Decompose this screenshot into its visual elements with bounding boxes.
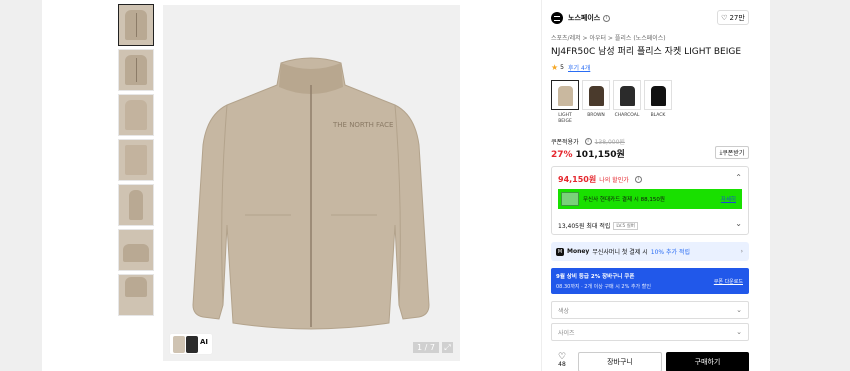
- sale-price: 101,150원: [575, 150, 625, 160]
- card-promo-text: 무신사 현대카드 결제 시 88,150원: [583, 197, 665, 203]
- star-icon: ★: [551, 63, 559, 72]
- card-icon: [561, 192, 579, 206]
- promo-banner[interactable]: 9월 상비 등급 2% 장바구니 쿠폰 08.30까지 · 2개 이상 구매 시…: [551, 268, 749, 294]
- review-link[interactable]: 후기 4개: [568, 63, 590, 72]
- price-row: 27% 101,150원: [551, 147, 625, 160]
- thumbnail-4[interactable]: [118, 139, 154, 181]
- image-counter: 1 / 7: [413, 342, 439, 353]
- thumbnail-6[interactable]: [118, 229, 154, 271]
- card-detail-link[interactable]: 자세히: [721, 195, 736, 203]
- expand-icon[interactable]: ⤢: [442, 342, 453, 353]
- ai-thumb-1: [173, 336, 185, 353]
- coupon-download-button[interactable]: ⤓ 쿠폰받기: [715, 146, 749, 159]
- chevron-up-icon[interactable]: ⌃: [735, 173, 742, 182]
- ai-fitting-button[interactable]: AI: [169, 333, 213, 355]
- points-row[interactable]: 13,405원 최대 적립 LV.5 실버: [558, 221, 638, 230]
- chevron-down-icon[interactable]: ⌄: [735, 219, 742, 228]
- thumbnail-3[interactable]: [118, 94, 154, 136]
- best-price: 94,150원: [558, 175, 597, 184]
- card-promo-banner[interactable]: 무신사 현대카드 결제 시 88,150원 자세히: [558, 189, 742, 209]
- color-swatch: [651, 86, 666, 106]
- color-option-brown[interactable]: BROWN: [582, 80, 610, 125]
- color-name: CHARCOAL: [614, 113, 640, 118]
- brand-logo-icon: [551, 12, 563, 24]
- svg-text:THE NORTH FACE: THE NORTH FACE: [332, 121, 393, 129]
- brand-name[interactable]: 노스페이스: [568, 13, 600, 23]
- ai-thumb-2: [186, 336, 198, 353]
- color-option-light-beige[interactable]: LIGHT BEIGE: [551, 80, 579, 125]
- color-select-placeholder: 색상: [558, 307, 570, 315]
- thumbnail-2[interactable]: [118, 49, 154, 91]
- chevron-down-icon: ⌄: [736, 306, 742, 314]
- color-options: LIGHT BEIGE BROWN CHARCOAL BLACK: [551, 80, 672, 125]
- like-button[interactable]: ♡ 48: [555, 352, 569, 368]
- breadcrumb[interactable]: 스포츠/레저 > 아우터 > 플리스 (노스페이스): [551, 33, 666, 42]
- points-text: 13,405원 최대 적립: [558, 223, 611, 230]
- info-icon[interactable]: i: [603, 14, 611, 22]
- brand-like-button[interactable]: ♡ 27만: [717, 10, 749, 25]
- info-icon[interactable]: i: [634, 176, 642, 183]
- discount-rate: 27%: [551, 150, 573, 160]
- color-name: BLACK: [650, 113, 666, 118]
- product-title: NJ4FR50C 남성 퍼리 플리스 자켓 LIGHT BEIGE: [551, 47, 742, 57]
- thumbnail-5[interactable]: [118, 184, 154, 226]
- add-to-cart-button[interactable]: 장바구니: [578, 352, 662, 371]
- money-text: 무신사머니 첫 결제 시: [592, 249, 648, 256]
- original-price: 138,000원: [594, 139, 625, 146]
- thumbnail-list: [118, 4, 156, 319]
- color-name: BROWN: [587, 113, 605, 118]
- money-highlight: 10% 추가 적립: [650, 249, 690, 256]
- rating-value: 5: [560, 64, 564, 71]
- jacket-illustration: THE NORTH FACE: [192, 57, 430, 330]
- chevron-right-icon: ›: [740, 248, 743, 255]
- coupon-price-label: 쿠폰적용가: [551, 139, 579, 146]
- money-banner[interactable]: M Money 무신사머니 첫 결제 시 10% 추가 적립 ›: [551, 242, 749, 261]
- color-swatch: [589, 86, 604, 106]
- brand-like-count: 27만: [729, 13, 745, 22]
- coupon-price-label-row: 쿠폰적용가 i 138,000원: [551, 137, 625, 146]
- best-price-text: 나의 할인가: [599, 177, 629, 184]
- heart-icon: ♡: [721, 13, 728, 22]
- right-margin: [770, 0, 850, 371]
- left-margin: [0, 0, 42, 371]
- color-option-charcoal[interactable]: CHARCOAL: [613, 80, 641, 125]
- thumbnail-7[interactable]: [118, 274, 154, 316]
- size-select-placeholder: 사이즈: [558, 329, 575, 337]
- product-info-panel: 노스페이스 i ♡ 27만 스포츠/레저 > 아우터 > 플리스 (노스페이스)…: [541, 0, 770, 371]
- ai-label: AI: [199, 338, 208, 346]
- info-icon[interactable]: i: [584, 138, 592, 145]
- coupon-button-label: 쿠폰받기: [722, 150, 745, 157]
- rating-row: ★ 5 후기 4개: [551, 63, 590, 72]
- color-select[interactable]: 색상 ⌄: [551, 301, 749, 319]
- color-option-black[interactable]: BLACK: [644, 80, 672, 125]
- promo-link[interactable]: 쿠폰 다운로드: [714, 278, 743, 285]
- money-prefix: Money: [567, 248, 590, 255]
- main-product-image[interactable]: THE NORTH FACE AI 1 / 7 ⤢: [163, 5, 460, 361]
- best-price-row[interactable]: 94,150원 나의 할인가 i: [558, 174, 642, 185]
- thumbnail-1[interactable]: [118, 4, 154, 46]
- money-icon: M: [556, 247, 564, 256]
- like-count: 48: [558, 361, 566, 368]
- color-swatch: [620, 86, 635, 106]
- chevron-down-icon: ⌄: [736, 328, 742, 336]
- color-name: LIGHT BEIGE: [558, 113, 572, 124]
- product-page: THE NORTH FACE AI 1 / 7 ⤢ 노스페이스 i ♡ 27만 …: [0, 0, 850, 371]
- buy-now-button[interactable]: 구매하기: [666, 352, 749, 371]
- level-badge: LV.5 실버: [613, 221, 638, 230]
- size-select[interactable]: 사이즈 ⌄: [551, 323, 749, 341]
- benefit-box: 94,150원 나의 할인가 i ⌃ 무신사 현대카드 결제 시 88,150원…: [551, 166, 749, 235]
- color-swatch: [558, 86, 573, 106]
